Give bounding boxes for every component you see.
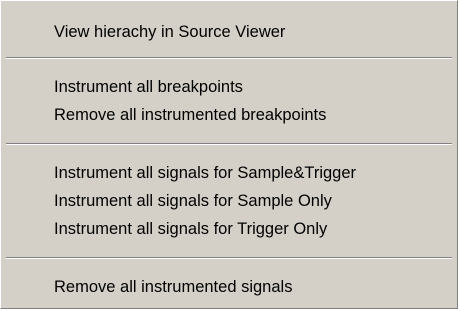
menu-item-instrument-breakpoints[interactable]: Instrument all breakpoints bbox=[3, 73, 455, 101]
menu-item-instrument-signals-sample-only[interactable]: Instrument all signals for Sample Only bbox=[3, 187, 455, 215]
menu-item-remove-instrumented-signals[interactable]: Remove all instrumented signals bbox=[3, 273, 455, 301]
menu-separator bbox=[6, 143, 452, 145]
menu-item-instrument-signals-trigger-only[interactable]: Instrument all signals for Trigger Only bbox=[3, 215, 455, 243]
menu-separator bbox=[6, 257, 452, 259]
menu-item-view-hierarchy[interactable]: View hierachy in Source Viewer bbox=[3, 18, 455, 46]
context-menu: View hierachy in Source Viewer Instrumen… bbox=[0, 0, 458, 309]
menu-item-instrument-signals-sample-trigger[interactable]: Instrument all signals for Sample&Trigge… bbox=[3, 159, 455, 187]
menu-item-remove-instrumented-breakpoints[interactable]: Remove all instrumented breakpoints bbox=[3, 101, 455, 129]
menu-separator bbox=[6, 57, 452, 59]
